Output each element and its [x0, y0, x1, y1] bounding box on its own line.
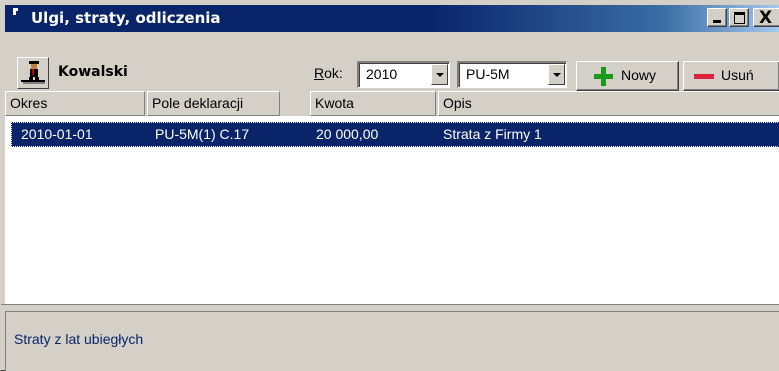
table-row[interactable]: 2010-01-01 PU-5M(1) C.17 20 000,00 Strat…: [11, 122, 779, 147]
maximize-button[interactable]: [729, 8, 749, 27]
window-title: Ulgi, straty, odliczenia: [31, 9, 221, 27]
year-select[interactable]: 2010: [357, 61, 450, 88]
column-header-pole[interactable]: Pole deklaracji: [147, 91, 280, 116]
cell-pole: PU-5M(1) C.17: [155, 126, 250, 142]
toolbar: Kowalski Rok: 2010 PU-5M Nowy Usuń: [5, 34, 779, 91]
app-icon: [13, 8, 18, 15]
person-icon: [21, 61, 45, 84]
window: Ulgi, straty, odliczenia X Kowalski Rok:…: [0, 0, 779, 371]
form-select-value: PU-5M: [466, 66, 510, 82]
year-select-value: 2010: [366, 66, 398, 82]
title-bar[interactable]: Ulgi, straty, odliczenia X: [5, 5, 779, 32]
close-icon: X: [759, 8, 773, 28]
cell-opis: Strata z Firmy 1: [443, 126, 542, 142]
user-name: Kowalski: [58, 64, 128, 80]
plus-icon: [594, 67, 613, 86]
delete-button[interactable]: Usuń: [683, 61, 779, 91]
description-panel: Straty z lat ubiegłych: [5, 311, 779, 371]
column-header-kwota[interactable]: Kwota: [310, 91, 436, 116]
column-header-okres[interactable]: Okres: [5, 91, 145, 116]
description-text: Straty z lat ubiegłych: [14, 331, 144, 347]
table-header: Okres Pole deklaracji Kwota Opis: [5, 91, 779, 116]
chevron-down-icon[interactable]: [431, 64, 448, 85]
user-button[interactable]: [17, 57, 49, 89]
form-select[interactable]: PU-5M: [457, 61, 567, 88]
new-button[interactable]: Nowy: [576, 61, 679, 91]
splitter[interactable]: [1, 304, 779, 309]
entries-table: Okres Pole deklaracji Kwota Opis 2010-01…: [5, 91, 779, 304]
cell-okres: 2010-01-01: [21, 126, 93, 142]
close-button[interactable]: X: [753, 8, 779, 28]
column-header-opis[interactable]: Opis: [438, 91, 779, 116]
minus-icon: [694, 74, 714, 79]
chevron-down-icon[interactable]: [548, 64, 565, 85]
cell-kwota: 20 000,00: [316, 126, 379, 142]
year-label: Rok:: [314, 65, 343, 81]
new-button-label: Nowy: [621, 67, 657, 83]
delete-button-label: Usuń: [721, 67, 754, 83]
minimize-button[interactable]: [707, 8, 727, 27]
